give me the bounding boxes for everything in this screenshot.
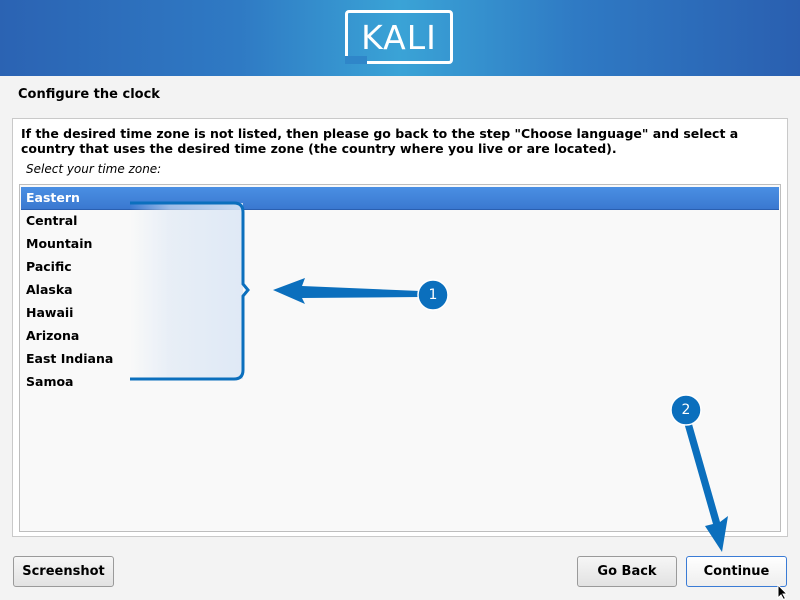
timezone-prompt: Select your time zone: <box>26 162 162 176</box>
badge-1: 1 <box>428 287 438 303</box>
screenshot-button[interactable]: Screenshot <box>13 556 114 587</box>
list-item-eastern[interactable]: Eastern <box>21 187 779 210</box>
go-back-button[interactable]: Go Back <box>577 556 677 587</box>
mouse-cursor-icon <box>777 584 789 600</box>
kali-logo: KALI <box>345 10 453 64</box>
instruction-text: If the desired time zone is not listed, … <box>21 126 739 156</box>
logo-notch <box>345 56 367 64</box>
list-item-samoa[interactable]: Samoa <box>21 371 779 393</box>
list-item-mountain[interactable]: Mountain <box>21 233 779 255</box>
list-item-arizona[interactable]: Arizona <box>21 325 779 347</box>
logo-text: KALI <box>361 18 437 57</box>
header-banner: KALI <box>0 0 800 76</box>
continue-button[interactable]: Continue <box>686 556 787 587</box>
list-item-central[interactable]: Central <box>21 210 779 232</box>
list-item-east-indiana[interactable]: East Indiana <box>21 348 779 370</box>
badge-2: 2 <box>681 402 691 418</box>
list-item-alaska[interactable]: Alaska <box>21 279 779 301</box>
list-item-hawaii[interactable]: Hawaii <box>21 302 779 324</box>
page-title: Configure the clock <box>18 87 160 102</box>
list-item-pacific[interactable]: Pacific <box>21 256 779 278</box>
timezone-list[interactable]: Eastern Central Mountain Pacific Alaska … <box>19 184 781 532</box>
